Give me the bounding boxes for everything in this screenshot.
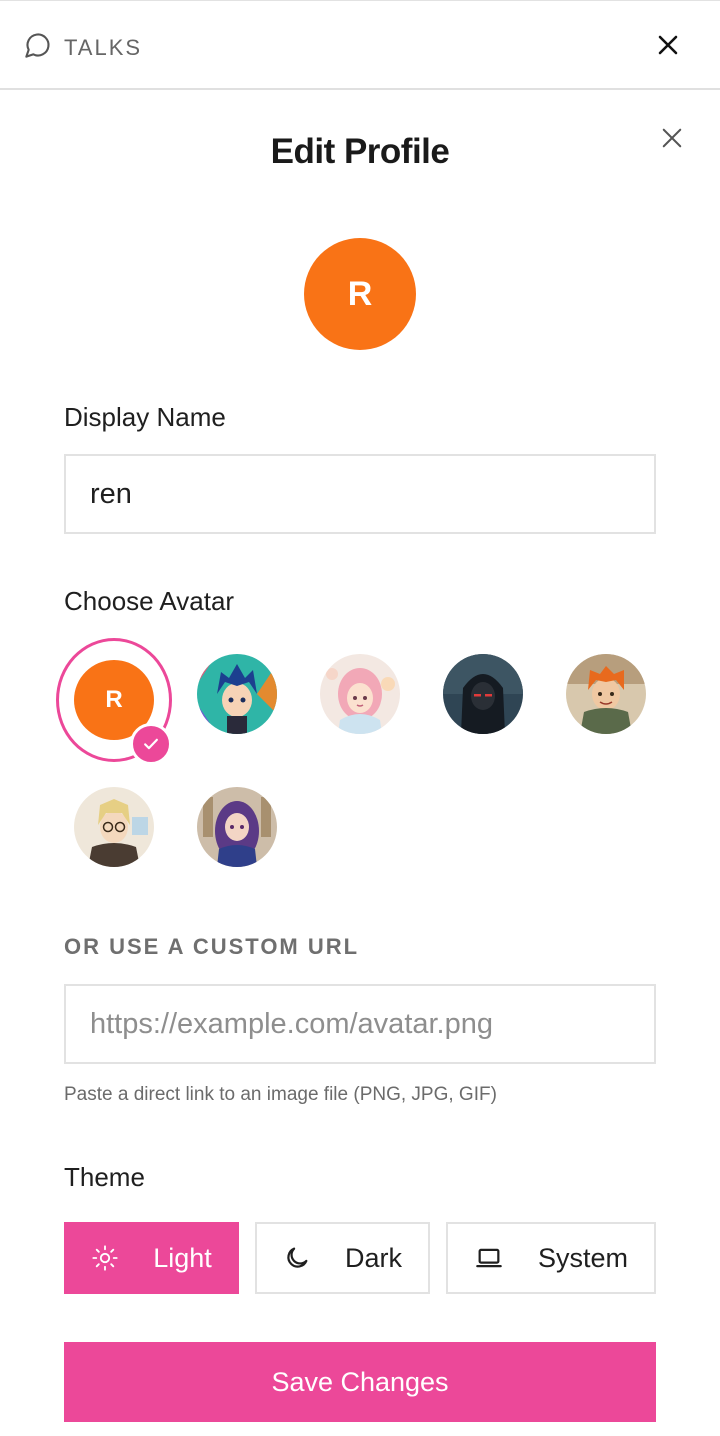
modal-title: Edit Profile <box>270 132 450 171</box>
theme-light-button[interactable]: Light <box>64 1222 239 1294</box>
theme-dark-label: Dark <box>344 1242 402 1273</box>
brand: TALKS <box>24 31 142 64</box>
theme-system-button[interactable]: System <box>446 1222 656 1294</box>
hooded-figure-avatar[interactable] <box>443 654 523 734</box>
choose-avatar-label: Choose Avatar <box>64 586 235 616</box>
save-changes-button[interactable]: Save Changes <box>64 1342 656 1422</box>
selected-check-badge <box>130 723 172 765</box>
theme-system-label: System <box>537 1242 629 1273</box>
laptop-icon <box>474 1244 504 1272</box>
theme-label: Theme <box>64 1162 145 1192</box>
close-icon <box>658 35 678 55</box>
custom-url-label: OR USE A CUSTOM URL <box>64 934 360 959</box>
profile-avatar-preview: R <box>304 238 416 350</box>
display-name-input[interactable] <box>64 454 656 534</box>
anime-boy-glasses-avatar[interactable] <box>74 787 154 867</box>
custom-url-input[interactable] <box>64 984 656 1064</box>
chat-bubble-icon <box>24 31 52 64</box>
anime-boy-blue-hair-avatar[interactable] <box>197 654 277 734</box>
theme-light-label: Light <box>153 1242 212 1273</box>
anime-girl-pink-hair-avatar[interactable] <box>320 654 400 734</box>
check-icon <box>144 738 158 750</box>
moon-icon <box>283 1244 311 1272</box>
top-bar: TALKS <box>0 0 720 90</box>
anime-girl-purple-hair-avatar[interactable] <box>197 787 277 867</box>
brand-label: TALKS <box>64 34 143 60</box>
theme-dark-button[interactable]: Dark <box>255 1222 430 1294</box>
anime-boy-orange-hair-avatar[interactable] <box>566 654 646 734</box>
display-name-label: Display Name <box>64 402 226 432</box>
custom-url-hint: Paste a direct link to an image file (PN… <box>64 1084 497 1105</box>
sun-icon <box>91 1244 119 1272</box>
close-panel-button[interactable] <box>652 29 684 61</box>
